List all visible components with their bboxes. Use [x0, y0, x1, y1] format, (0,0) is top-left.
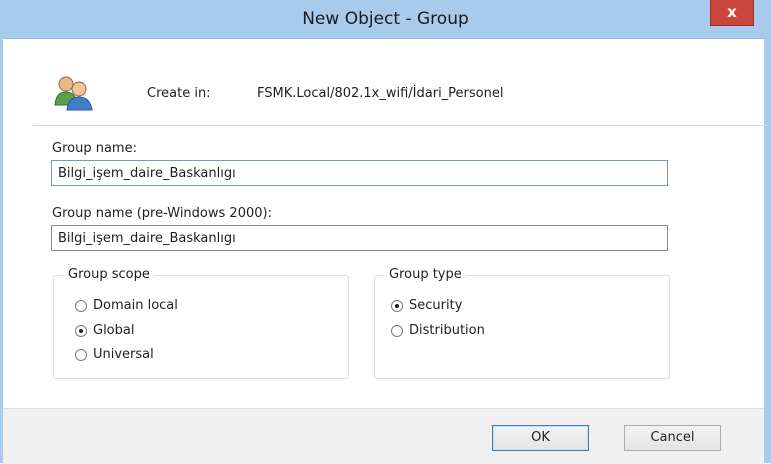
group-name-label: Group name:: [52, 141, 137, 156]
radio-label-global: Global: [93, 323, 135, 338]
ok-button[interactable]: OK: [492, 425, 589, 451]
radio-universal[interactable]: Universal: [75, 347, 154, 362]
radio-label-universal: Universal: [93, 347, 154, 362]
window-title: New Object - Group: [302, 9, 469, 29]
create-in-path: FSMK.Local/802.1x_wifi/İdari_Personel: [257, 86, 504, 101]
group-name-pre2000-input[interactable]: [51, 225, 668, 251]
group-type-legend: Group type: [385, 267, 466, 282]
top-separator: [33, 125, 769, 126]
dialog-body: [3, 39, 764, 463]
radio-circle-global[interactable]: [75, 324, 87, 337]
radio-distribution[interactable]: Distribution: [391, 323, 485, 338]
cancel-button[interactable]: Cancel: [624, 425, 721, 451]
radio-label-distribution: Distribution: [409, 323, 485, 338]
radio-label-security: Security: [409, 298, 463, 313]
group-users-icon: [54, 76, 93, 111]
group-name-input[interactable]: [51, 160, 668, 186]
title-bar: New Object - Group x: [0, 0, 771, 39]
radio-circle-universal[interactable]: [75, 348, 87, 361]
window-right-border: [764, 38, 771, 463]
radio-label-domain-local: Domain local: [93, 298, 178, 313]
radio-global[interactable]: Global: [75, 323, 134, 338]
radio-circle-domain-local[interactable]: [75, 299, 87, 312]
group-scope-legend: Group scope: [64, 267, 154, 282]
close-button[interactable]: x: [710, 0, 754, 26]
radio-security[interactable]: Security: [391, 298, 462, 313]
create-in-label: Create in:: [147, 86, 211, 101]
radio-circle-security[interactable]: [391, 299, 403, 312]
radio-circle-distribution[interactable]: [391, 324, 403, 337]
radio-domain-local[interactable]: Domain local: [75, 298, 178, 313]
group-name-pre2000-label: Group name (pre-Windows 2000):: [52, 206, 272, 221]
